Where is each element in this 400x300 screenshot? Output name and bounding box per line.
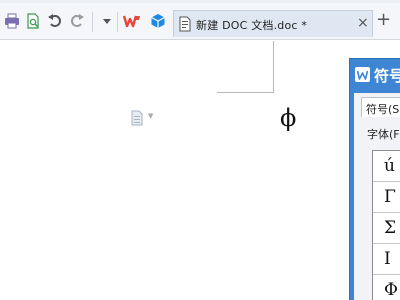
symbol-grid: ú Γ Σ Ι Φ <box>372 150 400 300</box>
wps-writer-icon <box>355 67 370 82</box>
symbol-cell[interactable]: ú <box>373 151 400 182</box>
paste-options-dropdown-icon[interactable]: ▼ <box>148 112 153 120</box>
cube-icon[interactable] <box>149 12 167 30</box>
toolbar-top-strip <box>0 0 400 3</box>
document-icon <box>178 16 192 36</box>
symbol-cell[interactable]: Ι <box>373 244 400 275</box>
inserted-symbol: ϕ <box>280 104 297 132</box>
toolbar-separator <box>92 12 93 32</box>
quick-access-toolbar: 新建 DOC 文档.doc * × + <box>0 0 400 40</box>
document-tab[interactable]: 新建 DOC 文档.doc * × <box>173 10 373 37</box>
symbol-cell[interactable]: Σ <box>373 213 400 244</box>
wps-logo-icon[interactable] <box>123 12 141 30</box>
new-tab-icon[interactable]: + <box>376 11 391 29</box>
tab-symbols[interactable]: 符号(S) <box>361 97 400 117</box>
dropdown-icon[interactable] <box>98 12 116 30</box>
paste-options-icon[interactable] <box>130 110 144 130</box>
print-preview-icon[interactable] <box>24 12 42 30</box>
symbol-cell[interactable]: Φ <box>373 275 400 300</box>
close-tab-icon[interactable]: × <box>357 13 369 33</box>
font-label: 字体(F): <box>367 128 400 141</box>
symbol-dialog: 符号 符号(S) 字体(F): ú Γ Σ Ι Φ <box>349 58 400 300</box>
page-margin-marker <box>273 41 274 93</box>
dialog-body: 符号(S) 字体(F): ú Γ Σ Ι Φ <box>354 93 400 300</box>
document-tab-title: 新建 DOC 文档.doc * <box>196 19 308 32</box>
dialog-title: 符号 <box>374 67 400 85</box>
undo-icon[interactable] <box>46 12 64 30</box>
symbol-cell[interactable]: Γ <box>373 182 400 213</box>
print-icon[interactable] <box>3 12 21 30</box>
dialog-titlebar[interactable]: 符号 <box>350 59 400 93</box>
page-margin-marker <box>217 92 274 93</box>
toolbar-separator <box>117 12 118 32</box>
redo-icon[interactable] <box>68 12 86 30</box>
